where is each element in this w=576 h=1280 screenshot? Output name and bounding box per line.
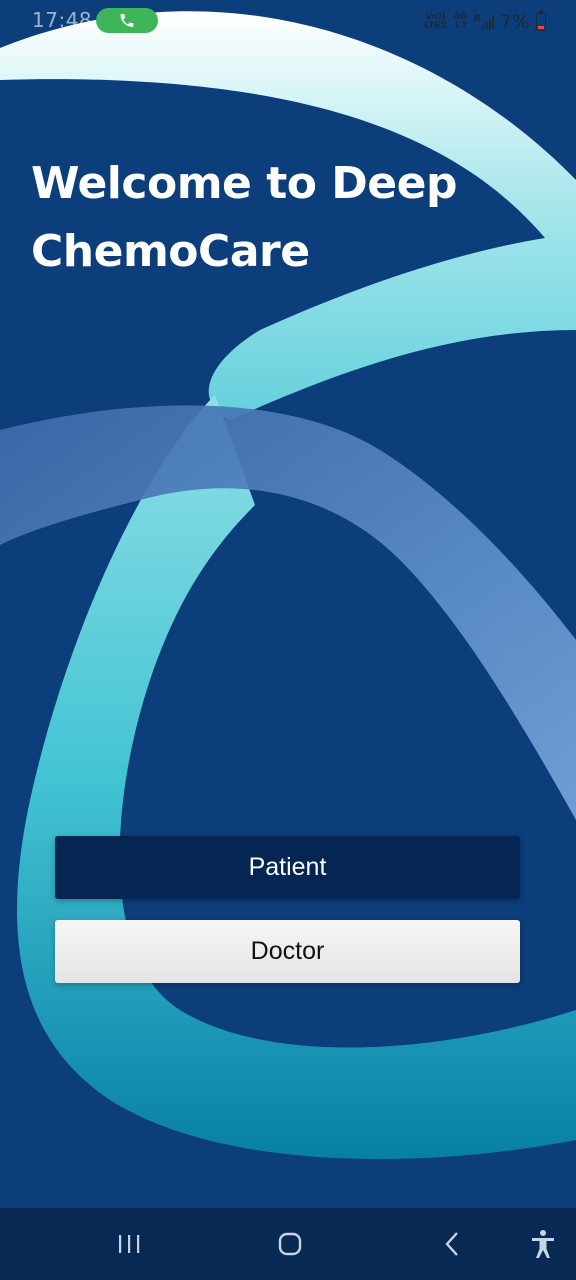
phone-icon	[120, 14, 134, 27]
volte-indicator: Vo)) LTE2	[424, 12, 447, 31]
doctor-button[interactable]: Doctor	[55, 920, 520, 983]
status-time: 17:48	[32, 8, 93, 32]
status-bar: 17:48 Vo)) LTE2 4G ↓↑ R 7%	[0, 0, 576, 44]
signal-icon	[481, 16, 494, 29]
data-indicator: 4G ↓↑	[452, 12, 468, 31]
back-icon	[445, 1232, 458, 1256]
welcome-title: Welcome to Deep ChemoCare	[31, 158, 458, 277]
recents-button[interactable]	[107, 1222, 151, 1266]
welcome-screen: 17:48 Vo)) LTE2 4G ↓↑ R 7% Welcome to De…	[0, 0, 576, 1280]
status-indicators: Vo)) LTE2 4G ↓↑ R 7%	[424, 9, 546, 35]
home-button[interactable]	[268, 1222, 312, 1266]
accessibility-button[interactable]	[521, 1222, 565, 1266]
roaming-indicator: R	[474, 15, 494, 29]
patient-button[interactable]: Patient	[55, 836, 520, 899]
battery-icon	[536, 10, 546, 31]
recents-icon	[119, 1235, 140, 1253]
accessibility-icon	[532, 1230, 554, 1258]
home-icon	[278, 1232, 302, 1256]
navigation-bar	[0, 1208, 576, 1280]
ongoing-call-pill[interactable]	[96, 8, 158, 33]
back-button[interactable]	[430, 1222, 474, 1266]
battery-percent: 7%	[499, 11, 530, 33]
battery-level-fill	[538, 26, 544, 29]
